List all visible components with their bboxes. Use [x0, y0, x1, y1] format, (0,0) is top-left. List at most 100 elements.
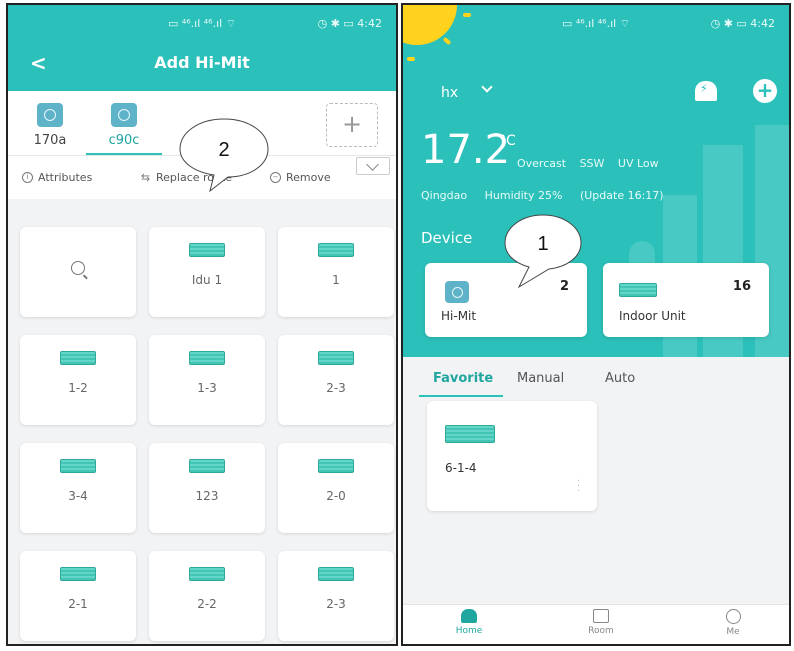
gateway-tab-label: 170a — [33, 133, 67, 148]
device-card[interactable]: 1-3 — [149, 335, 265, 425]
device-section-title: Device — [421, 229, 473, 247]
gateway-tab-c90c[interactable]: c90c — [92, 99, 156, 157]
status-time: ◷ ✱ ▭ 4:42 — [317, 17, 382, 30]
status-bar: ▭ ⁴⁶.ıl ⁴⁶.ıl ⌔ ◷ ✱ ▭ 4:42 — [8, 5, 396, 43]
nav-home[interactable]: Home — [439, 609, 499, 636]
more-icon[interactable]: · · · — [577, 477, 580, 497]
chevron-down-icon[interactable] — [356, 157, 390, 175]
remove-button[interactable]: − Remove — [270, 171, 331, 184]
home-hero: ▭ ⁴⁶.ıl ⁴⁶.ıl ⌔ ◷ ✱ ▭ 4:42 hx + 17.2 °C … — [403, 5, 789, 357]
device-card-label: 2-2 — [197, 597, 217, 611]
sun-ray — [407, 57, 415, 61]
device-card[interactable]: 2-2 — [149, 551, 265, 641]
home-selector[interactable]: hx — [441, 85, 458, 101]
weather-info: Overcast SSW UV Low — [517, 157, 669, 170]
device-card-label: 2-1 — [68, 597, 88, 611]
indoor-unit-icon — [60, 459, 96, 473]
device-card-label: 123 — [195, 489, 219, 503]
temperature-unit: °C — [499, 133, 516, 149]
location-city: Qingdao — [421, 189, 468, 202]
active-tab-indicator — [419, 395, 503, 397]
device-card-label: Hi-Mit — [441, 309, 477, 323]
attributes-button[interactable]: i Attributes — [22, 171, 92, 184]
device-card[interactable]: 2-3 — [278, 551, 394, 641]
status-bar: ▭ ⁴⁶.ıl ⁴⁶.ıl ⌔ ◷ ✱ ▭ 4:42 — [403, 5, 789, 43]
device-card[interactable]: 2-0 — [278, 443, 394, 533]
add-icon[interactable]: + — [753, 79, 777, 103]
device-card-label: 3-4 — [68, 489, 88, 503]
device-card[interactable]: 2-1 — [20, 551, 136, 641]
profile-icon — [725, 609, 741, 624]
location-humidity: Humidity 25% — [484, 189, 563, 202]
callout-bubble-1: 1 — [504, 214, 582, 289]
right-phone-screen: ▭ ⁴⁶.ıl ⁴⁶.ıl ⌔ ◷ ✱ ▭ 4:42 hx + 17.2 °C … — [401, 3, 791, 646]
device-card[interactable]: 123 — [149, 443, 265, 533]
nav-me[interactable]: Me — [703, 609, 763, 637]
add-gateway-button[interactable]: + — [326, 103, 378, 147]
device-card[interactable]: Idu 1 — [149, 227, 265, 317]
home-icon — [461, 609, 477, 623]
weather-uv: UV Low — [617, 157, 659, 170]
weather-condition: Overcast — [517, 157, 567, 170]
device-card-label: Indoor Unit — [619, 309, 686, 323]
callout-bubble-2: 2 — [179, 118, 269, 193]
device-card[interactable]: 1 — [278, 227, 394, 317]
search-card[interactable] — [20, 227, 136, 317]
location-update: (Update 16:17) — [579, 189, 664, 202]
nav-label: Me — [726, 627, 740, 637]
device-count: 16 — [732, 279, 751, 294]
swap-icon: ⇆ — [140, 171, 151, 184]
status-time: ◷ ✱ ▭ 4:42 — [710, 17, 775, 30]
gateway-icon — [445, 281, 469, 303]
device-card[interactable]: 3-4 — [20, 443, 136, 533]
indoor-unit-icon — [189, 567, 225, 581]
indoor-unit-icon — [318, 459, 354, 473]
favorite-device-card[interactable]: 6-1-4 · · · — [427, 401, 597, 511]
temperature-value: 17.2 — [421, 127, 511, 173]
tab-manual[interactable]: Manual — [517, 371, 564, 386]
tab-favorite[interactable]: Favorite — [433, 371, 493, 386]
device-card[interactable]: 2-3 — [278, 335, 394, 425]
device-card-label: 2-3 — [326, 381, 346, 395]
indoor-unit-icon — [60, 567, 96, 581]
favorite-device-label: 6-1-4 — [445, 461, 477, 475]
indoor-unit-icon — [318, 567, 354, 581]
location-info: Qingdao Humidity 25% (Update 16:17) — [421, 189, 678, 202]
remove-label: Remove — [286, 171, 331, 184]
chevron-down-icon[interactable] — [481, 81, 493, 93]
nav-label: Room — [588, 626, 614, 636]
indoor-unit-icon — [189, 243, 225, 257]
info-icon: i — [22, 172, 33, 183]
device-card-label: 1-2 — [68, 381, 88, 395]
left-phone-screen: ▭ ⁴⁶.ıl ⁴⁶.ıl ⌔ ◷ ✱ ▭ 4:42 < Add Hi-Mit … — [6, 3, 398, 646]
indoor-unit-icon — [189, 459, 225, 473]
device-card-label: Idu 1 — [191, 273, 223, 287]
indoor-unit-icon — [318, 243, 354, 257]
bell-icon[interactable] — [695, 81, 717, 101]
weather-wind: SSW — [579, 157, 605, 170]
device-card-label: 2-3 — [326, 597, 346, 611]
nav-label: Home — [455, 626, 483, 636]
indoor-unit-card[interactable]: 16 Indoor Unit — [603, 263, 769, 337]
device-card-label: 1 — [332, 273, 340, 287]
callout-number: 2 — [218, 139, 229, 161]
callout-number: 1 — [537, 233, 548, 255]
tab-auto[interactable]: Auto — [605, 371, 635, 386]
gateway-icon — [111, 103, 137, 127]
page-title: Add Hi-Mit — [154, 53, 250, 72]
nav-room[interactable]: Room — [571, 609, 631, 636]
bottom-nav: Home Room Me — [403, 604, 789, 644]
indoor-unit-icon — [60, 351, 96, 365]
device-card-label: 1-3 — [197, 381, 217, 395]
indoor-unit-icon — [619, 283, 657, 297]
device-card[interactable]: 1-2 — [20, 335, 136, 425]
attributes-label: Attributes — [38, 171, 93, 184]
search-icon — [71, 261, 85, 275]
gateway-tab-170a[interactable]: 170a — [18, 99, 82, 157]
indoor-unit-icon — [189, 351, 225, 365]
device-card-label: 2-0 — [326, 489, 346, 503]
scene-tabs: Favorite Manual Auto — [403, 357, 789, 403]
room-icon — [593, 609, 609, 623]
app-header: ▭ ⁴⁶.ıl ⁴⁶.ıl ⌔ ◷ ✱ ▭ 4:42 < Add Hi-Mit — [8, 5, 396, 91]
gateway-icon — [37, 103, 63, 127]
